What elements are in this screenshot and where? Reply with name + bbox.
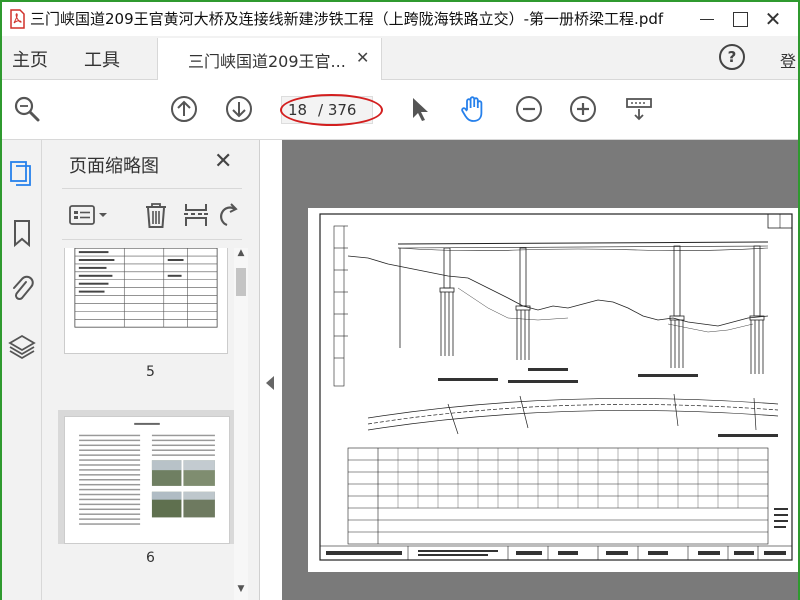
main-toolbar: 18 / 376 xyxy=(2,80,798,140)
panel-collapse-strip xyxy=(260,140,282,600)
display-mode-icon[interactable] xyxy=(624,94,654,124)
scroll-down-arrow-icon[interactable]: ▼ xyxy=(234,584,248,600)
menu-home[interactable]: 主页 xyxy=(12,46,48,72)
thumbnail-list: 5 6 xyxy=(42,248,260,600)
thumbnail-scrollbar[interactable]: ▲ ▼ xyxy=(234,248,248,600)
window-close-button[interactable]: ✕ xyxy=(758,4,788,34)
attachment-icon[interactable] xyxy=(8,274,36,304)
app-window: 三门峡国道209王官黄河大桥及连接线新建涉铁工程（上跨陇海铁路立交）-第一册桥梁… xyxy=(0,0,800,600)
document-page-drawing xyxy=(308,208,798,572)
maximize-button[interactable] xyxy=(725,4,755,34)
hand-icon[interactable] xyxy=(458,94,488,124)
extract-icon[interactable] xyxy=(182,201,210,229)
document-view[interactable] xyxy=(282,140,798,600)
login-button[interactable]: 登 xyxy=(780,48,796,72)
zoom-out-icon[interactable] xyxy=(514,94,544,124)
delete-icon[interactable] xyxy=(142,201,170,229)
navigation-rail xyxy=(2,140,42,600)
options-icon[interactable] xyxy=(68,201,116,229)
thumbnails-panel-close-button[interactable]: ✕ xyxy=(214,149,232,174)
document-tab[interactable]: 三门峡国道209王官... ✕ xyxy=(157,38,382,80)
pdf-icon xyxy=(10,9,25,29)
page-thumbnails-panel: 页面缩略图 ✕ 5 6 ▲ ▼ xyxy=(42,140,260,600)
title-bar: 三门峡国道209王官黄河大桥及连接线新建涉铁工程（上跨陇海铁路立交）-第一册桥梁… xyxy=(2,2,798,36)
bookmark-icon[interactable] xyxy=(8,218,36,248)
menu-tab-bar: 主页 工具 三门峡国道209王官... ✕ ? 登 xyxy=(2,36,798,80)
arrow-up-icon[interactable] xyxy=(169,94,199,124)
minimize-button[interactable] xyxy=(692,4,722,34)
page-thumbnail-6[interactable] xyxy=(64,416,230,544)
select-cursor-icon[interactable] xyxy=(404,94,434,124)
scrollbar-thumb[interactable] xyxy=(236,268,246,296)
zoom-in-icon[interactable] xyxy=(568,94,598,124)
page-number-annotation-ellipse xyxy=(280,94,383,126)
page-thumbnail-label: 6 xyxy=(146,550,155,566)
collapse-panel-arrow-icon[interactable] xyxy=(266,376,274,390)
page-thumbnail-5[interactable] xyxy=(64,248,228,354)
menu-tools[interactable]: 工具 xyxy=(84,46,120,72)
scroll-up-arrow-icon[interactable]: ▲ xyxy=(234,248,248,266)
rotate-icon[interactable] xyxy=(217,201,239,229)
thumbnails-panel-title: 页面缩略图 xyxy=(69,156,159,177)
layers-icon[interactable] xyxy=(8,332,36,362)
page-thumbnails-icon[interactable] xyxy=(8,158,36,188)
window-title: 三门峡国道209王官黄河大桥及连接线新建涉铁工程（上跨陇海铁路立交）-第一册桥梁… xyxy=(30,10,664,28)
zoom-search-icon[interactable] xyxy=(12,94,42,124)
help-button[interactable]: ? xyxy=(719,44,745,70)
document-tab-label: 三门峡国道209王官... xyxy=(188,52,346,71)
document-tab-close-button[interactable]: ✕ xyxy=(356,48,369,67)
page-thumbnail-label: 5 xyxy=(146,364,155,380)
arrow-down-icon[interactable] xyxy=(224,94,254,124)
thumbnail-toolbar xyxy=(62,188,242,240)
